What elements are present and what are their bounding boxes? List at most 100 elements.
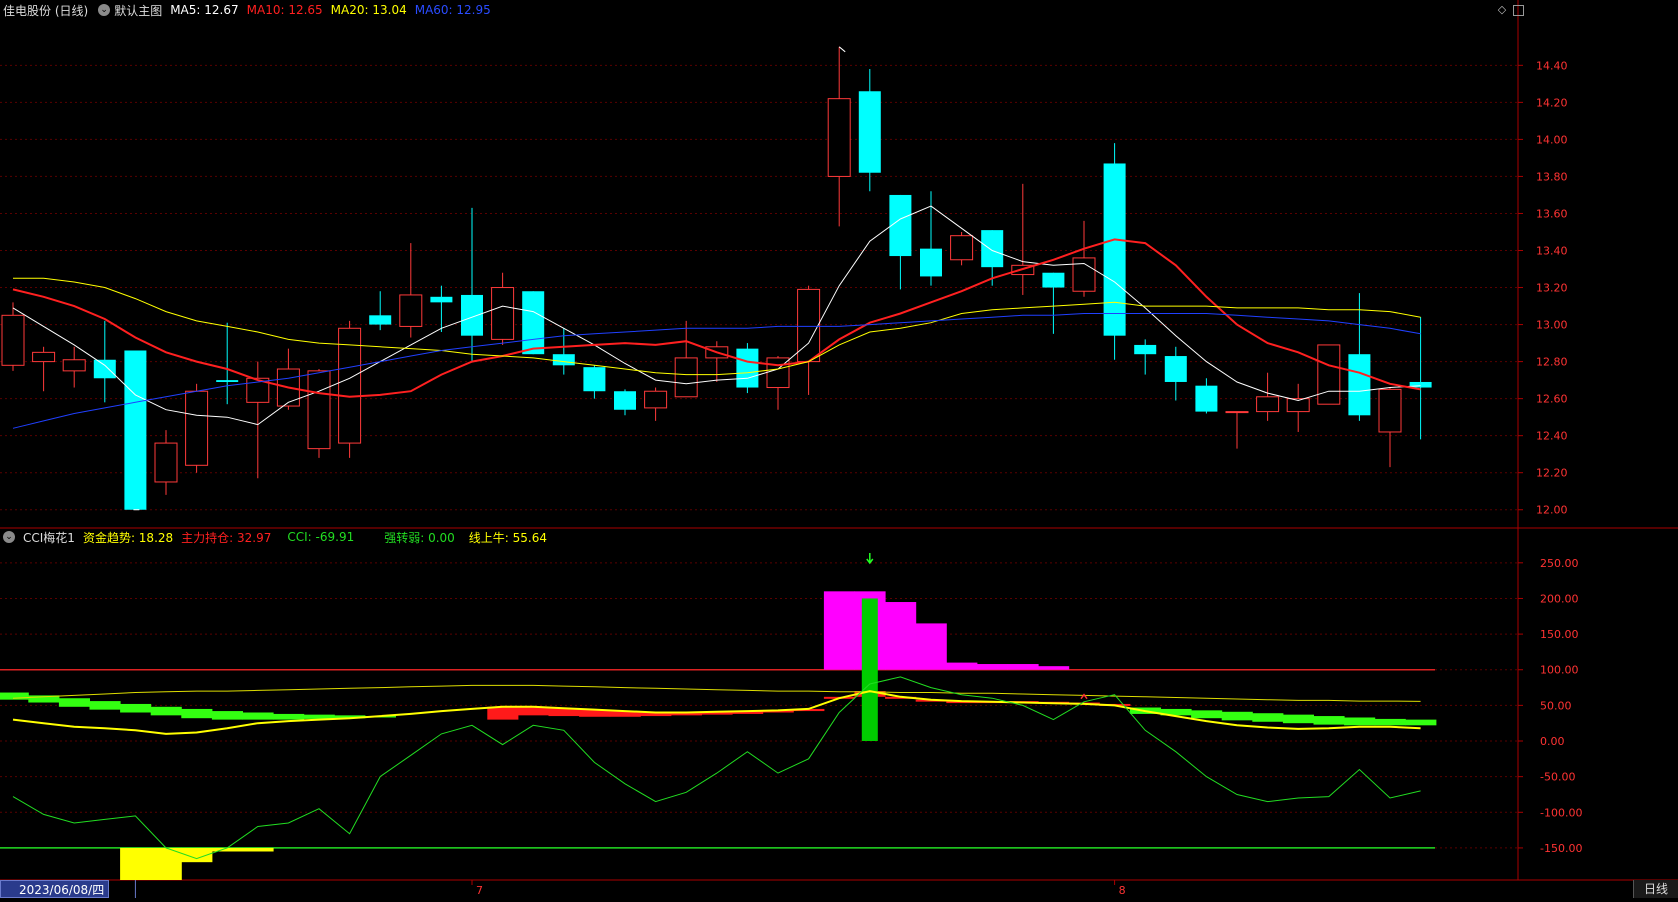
candle-body bbox=[1317, 344, 1341, 405]
candle-body bbox=[1042, 272, 1065, 288]
candle-body bbox=[644, 390, 668, 409]
price-tick-label: 12.80 bbox=[1536, 356, 1568, 369]
candle bbox=[93, 320, 116, 403]
trend-band-segment bbox=[1282, 714, 1314, 724]
candle-body bbox=[1348, 354, 1371, 416]
ma20-label: MA20: 13.04 bbox=[330, 3, 407, 17]
candle-body bbox=[461, 294, 483, 336]
price-tick-label: 13.00 bbox=[1536, 319, 1568, 332]
candle-body bbox=[614, 391, 636, 410]
sub-panel-header: ⌄ CCI梅花1 资金趋势: 18.28 主力持仓: 32.97 CCI: -6… bbox=[0, 527, 555, 547]
dropdown-icon[interactable]: ⌄ bbox=[98, 4, 111, 16]
candle-body bbox=[62, 359, 86, 372]
candle bbox=[338, 320, 362, 458]
candle-body bbox=[1, 314, 25, 366]
candle bbox=[583, 365, 606, 399]
period-button[interactable]: 日线 bbox=[1633, 880, 1678, 898]
dropdown-icon[interactable]: ⌄ bbox=[3, 531, 15, 543]
strong-weak-label: 强转弱: 0.00 bbox=[384, 530, 455, 545]
candle bbox=[1256, 372, 1280, 421]
main-position-bar bbox=[487, 706, 519, 720]
candle-body bbox=[522, 291, 545, 355]
candle bbox=[1195, 378, 1218, 414]
candle bbox=[1348, 293, 1371, 421]
candle-body bbox=[32, 351, 56, 363]
trend-band-segment bbox=[1313, 716, 1345, 725]
candle bbox=[32, 346, 56, 392]
candle-body bbox=[1103, 163, 1126, 336]
cci-label: CCI: -69.91 bbox=[287, 530, 355, 544]
cci-oversold-bar bbox=[211, 847, 243, 852]
cci-overbought-bar bbox=[915, 623, 947, 670]
trend-band-segment bbox=[1344, 717, 1376, 726]
candle-body bbox=[858, 91, 881, 173]
candle-body bbox=[154, 442, 178, 483]
price-tick-label: 14.40 bbox=[1536, 59, 1568, 72]
candle-body bbox=[1256, 396, 1280, 413]
candle bbox=[797, 285, 821, 395]
price-tick-label: 13.60 bbox=[1536, 207, 1568, 220]
chart-canvas[interactable]: 14.40 14.20 14.00 13.80 13.60 13.40 13.20 13.00… bbox=[0, 0, 1678, 898]
diamond-icon[interactable]: ◇ bbox=[1496, 4, 1508, 16]
trend-band-segment bbox=[120, 703, 152, 713]
cci-tick-label: 200.00 bbox=[1540, 592, 1579, 605]
cci-overbought-bar bbox=[946, 662, 978, 670]
cci-tick-label: -100.00 bbox=[1540, 806, 1582, 819]
weak-signal-bar bbox=[861, 598, 878, 742]
trend-band-segment bbox=[242, 712, 274, 720]
price-tick-label: 12.40 bbox=[1536, 430, 1568, 443]
candle bbox=[307, 369, 331, 458]
candle bbox=[705, 341, 729, 382]
candle-body bbox=[93, 359, 116, 379]
candle-body bbox=[950, 235, 974, 261]
cci-oversold-bar bbox=[120, 847, 152, 880]
candle bbox=[1225, 411, 1249, 449]
candle bbox=[154, 430, 178, 495]
cci-oversold-bar bbox=[242, 847, 274, 852]
main-indicator-name[interactable]: 默认主图 bbox=[114, 2, 162, 19]
month-label: 7 bbox=[476, 884, 483, 897]
candle-body bbox=[736, 348, 759, 388]
cci-overbought-bar bbox=[885, 602, 917, 670]
ma5-label: MA5: 12.67 bbox=[170, 3, 239, 17]
candle bbox=[858, 69, 881, 192]
sub-indicator-name[interactable]: CCI梅花1 bbox=[23, 529, 75, 546]
candle bbox=[1072, 220, 1096, 297]
panel-toggle-icon[interactable] bbox=[1513, 5, 1524, 16]
candle bbox=[1409, 317, 1432, 440]
candle-body bbox=[981, 230, 1004, 268]
price-tick-label: 12.00 bbox=[1536, 504, 1568, 517]
trend-band-segment bbox=[58, 698, 90, 707]
bull-line bbox=[12, 684, 1421, 702]
candle-body bbox=[399, 294, 423, 327]
candle bbox=[1134, 339, 1157, 375]
ma10-label: MA10: 12.65 bbox=[246, 3, 323, 17]
cci-oversold-bar bbox=[150, 847, 182, 880]
candle bbox=[674, 320, 698, 398]
cci-line bbox=[12, 676, 1421, 860]
price-tick-label: 14.20 bbox=[1536, 96, 1568, 109]
candle-body bbox=[124, 350, 147, 510]
month-label: 8 bbox=[1119, 884, 1126, 897]
candle bbox=[185, 383, 209, 473]
candle-body bbox=[674, 357, 698, 398]
trend-band-segment bbox=[1252, 713, 1284, 722]
candle-body bbox=[491, 287, 515, 340]
trend-band-segment bbox=[1191, 710, 1223, 719]
cci-tick-label: -50.00 bbox=[1540, 771, 1575, 784]
candle-body bbox=[1072, 257, 1096, 292]
trend-band-segment bbox=[1374, 718, 1406, 726]
candle bbox=[461, 207, 483, 362]
candle bbox=[889, 194, 912, 290]
candle-body bbox=[583, 367, 606, 392]
chart-window: 14.40 14.20 14.00 13.80 13.60 13.40 13.20 13.00… bbox=[0, 0, 1678, 898]
candle bbox=[736, 343, 759, 394]
candle-body bbox=[307, 370, 331, 450]
candle bbox=[1286, 383, 1310, 432]
cci-tick-label: 100.00 bbox=[1540, 664, 1579, 677]
candle-body bbox=[827, 98, 851, 177]
cci-overbought-bar bbox=[1007, 664, 1039, 670]
candle bbox=[1011, 183, 1035, 295]
cci-overbought-bar bbox=[823, 591, 855, 670]
cci-overbought-bar bbox=[1038, 666, 1070, 670]
